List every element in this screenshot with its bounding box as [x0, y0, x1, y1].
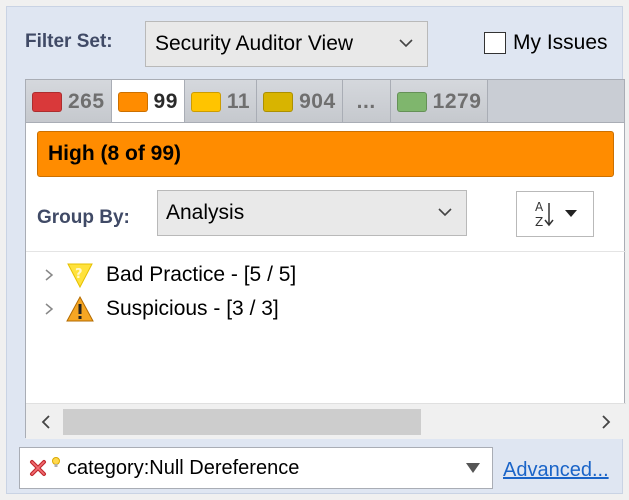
tab-count: 1279 — [432, 89, 482, 113]
info-swatch-icon — [396, 91, 427, 112]
checkbox-box[interactable] — [484, 32, 506, 54]
tab-critical[interactable]: 265 — [26, 80, 112, 123]
priority-header: High (8 of 99) — [37, 131, 614, 177]
priority-tabs: 265 99 11 904 ... 1279 — [25, 79, 625, 123]
issues-panel: Filter Set: Security Auditor View My Iss… — [6, 6, 626, 494]
tree-item-label: Suspicious - [3 / 3] — [106, 297, 279, 320]
group-by-dropdown[interactable]: Analysis — [157, 190, 467, 236]
scroll-right-icon[interactable] — [596, 412, 616, 432]
sort-button[interactable]: A Z — [516, 191, 594, 237]
tree-item-label: Bad Practice - [5 / 5] — [106, 263, 297, 286]
chevron-down-icon — [438, 208, 452, 217]
group-by-label: Group By: — [37, 207, 130, 228]
tree-item-suspicious[interactable]: Suspicious - [3 / 3] — [42, 294, 279, 324]
dropdown-arrow-icon[interactable] — [466, 462, 480, 474]
low-swatch-icon — [263, 91, 294, 112]
expand-arrow-icon[interactable] — [42, 268, 56, 282]
svg-text:?: ? — [75, 267, 83, 282]
tab-count: 904 — [299, 89, 336, 113]
critical-swatch-icon — [32, 91, 62, 112]
tab-count: 99 — [153, 89, 178, 113]
filter-set-label: Filter Set: — [25, 31, 113, 52]
chevron-down-icon — [399, 39, 413, 48]
high-swatch-icon — [117, 91, 148, 112]
tab-medium[interactable]: 11 — [184, 80, 258, 123]
tab-info[interactable]: 1279 — [390, 80, 489, 123]
filter-set-value: Security Auditor View — [155, 32, 354, 55]
lightbulb-icon — [52, 457, 60, 467]
sort-az-icon: A Z — [535, 200, 554, 229]
filter-set-dropdown[interactable]: Security Auditor View — [145, 21, 428, 67]
my-issues-checkbox[interactable]: My Issues — [484, 31, 608, 55]
bad-practice-icon: ? — [64, 260, 96, 290]
scrollbar-thumb[interactable] — [63, 409, 421, 435]
warning-icon — [64, 294, 96, 324]
clear-icon[interactable] — [28, 458, 48, 478]
tree-item-bad-practice[interactable]: ? Bad Practice - [5 / 5] — [42, 260, 296, 290]
search-filter-field[interactable]: category:Null Dereference — [19, 447, 493, 489]
tab-high[interactable]: 99 — [111, 80, 185, 123]
tab-count: 11 — [226, 89, 251, 113]
divider — [26, 251, 626, 252]
priority-header-text: High (8 of 99) — [48, 142, 182, 165]
scroll-left-icon[interactable] — [36, 412, 56, 432]
expand-arrow-icon[interactable] — [42, 302, 56, 316]
dropdown-arrow-icon — [565, 210, 577, 217]
tab-count: ... — [356, 89, 376, 113]
my-issues-label: My Issues — [513, 31, 608, 54]
advanced-link[interactable]: Advanced... — [503, 459, 609, 482]
issues-content: High (8 of 99) Group By: Analysis A Z ? … — [25, 122, 626, 439]
search-value: category:Null Dereference — [67, 456, 300, 479]
medium-swatch-icon — [190, 91, 221, 112]
tab-low[interactable]: 904 — [257, 80, 343, 123]
svg-text:Z: Z — [535, 215, 543, 229]
horizontal-scrollbar[interactable] — [26, 403, 626, 439]
tab-more[interactable]: ... — [342, 80, 391, 123]
svg-text:A: A — [535, 200, 544, 214]
group-by-value: Analysis — [166, 201, 245, 224]
tab-count: 265 — [68, 89, 105, 113]
